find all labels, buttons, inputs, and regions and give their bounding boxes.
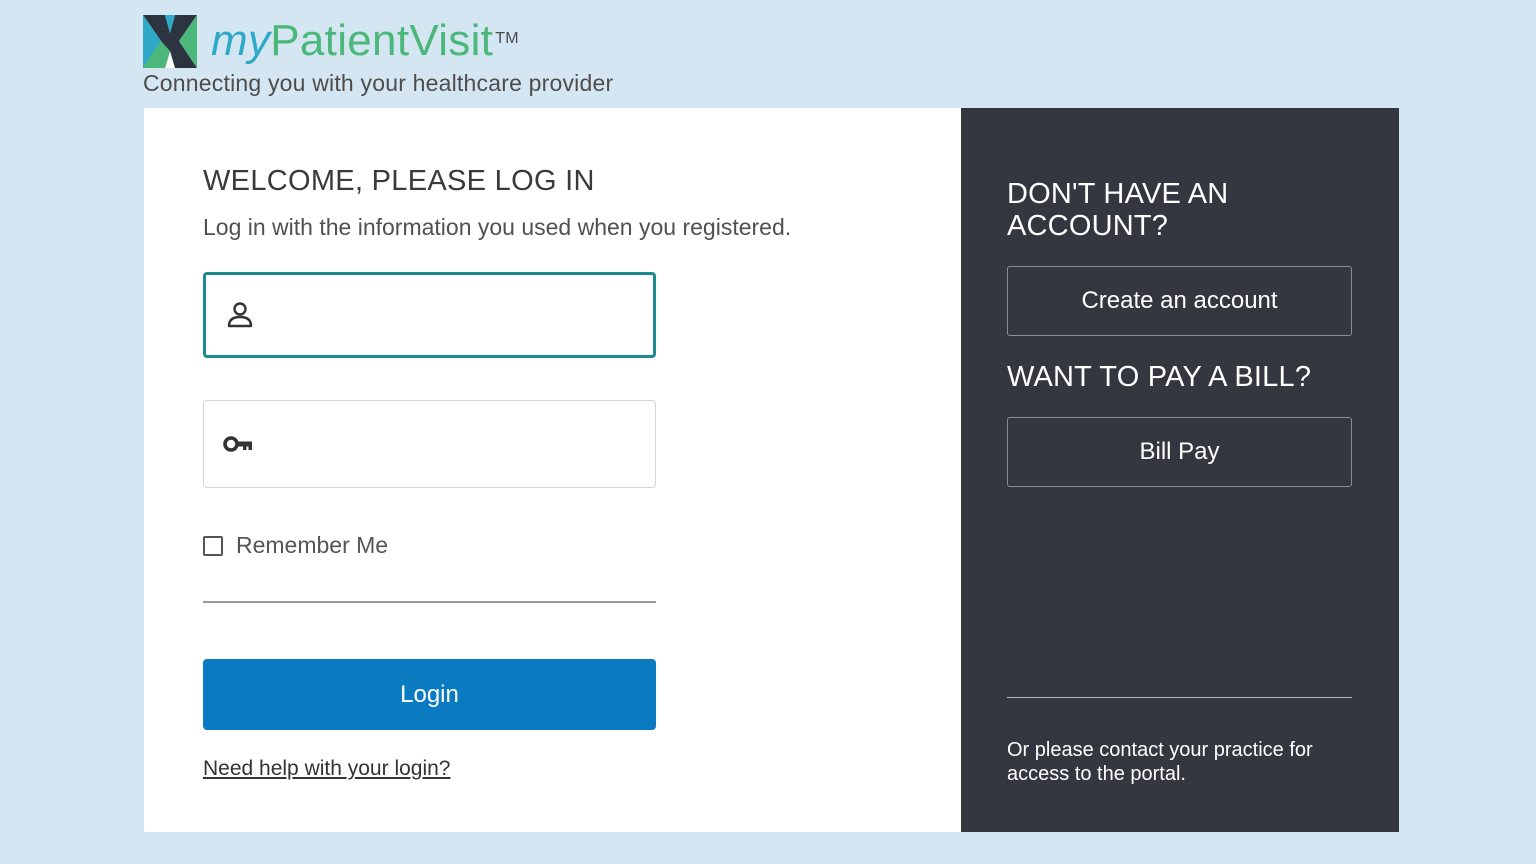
brand-name-main: PatientVisit: [270, 16, 494, 65]
login-instructions: Log in with the information you used whe…: [203, 214, 792, 240]
login-panel: WELCOME, PLEASE LOG IN Log in with the i…: [144, 108, 961, 832]
remember-me-option[interactable]: Remember Me: [203, 532, 388, 559]
brand-logo: myPatientVisit TM: [143, 15, 519, 68]
pay-bill-heading: WANT TO PAY A BILL?: [1007, 361, 1312, 393]
login-button[interactable]: Login: [203, 659, 656, 730]
username-input[interactable]: [270, 275, 634, 357]
form-divider: [203, 601, 656, 603]
side-divider: [1007, 697, 1352, 698]
login-heading: WELCOME, PLEASE LOG IN: [203, 165, 595, 197]
side-panel: DON'T HAVE AN ACCOUNT? Create an account…: [961, 108, 1399, 832]
brand-name: myPatientVisit TM: [211, 17, 519, 65]
mypatientvisit-logo-icon: [143, 15, 197, 68]
key-icon: [223, 436, 252, 452]
trademark-mark: TM: [495, 30, 519, 47]
username-field[interactable]: [203, 272, 656, 358]
brand-name-prefix: my: [211, 16, 271, 65]
brand-tagline: Connecting you with your healthcare prov…: [143, 70, 614, 96]
login-page: myPatientVisit TM Connecting you with you…: [0, 0, 1536, 864]
login-help-link[interactable]: Need help with your login?: [203, 757, 451, 781]
password-input[interactable]: [268, 401, 632, 489]
remember-me-label[interactable]: Remember Me: [236, 532, 388, 559]
remember-me-checkbox[interactable]: [203, 535, 223, 556]
contact-practice-note: Or please contact your practice for acce…: [1007, 739, 1313, 785]
bill-pay-button[interactable]: Bill Pay: [1007, 417, 1352, 487]
password-field[interactable]: [203, 400, 656, 489]
user-icon: [227, 302, 253, 328]
create-account-button[interactable]: Create an account: [1007, 266, 1352, 336]
no-account-heading: DON'T HAVE AN ACCOUNT?: [1007, 178, 1229, 242]
